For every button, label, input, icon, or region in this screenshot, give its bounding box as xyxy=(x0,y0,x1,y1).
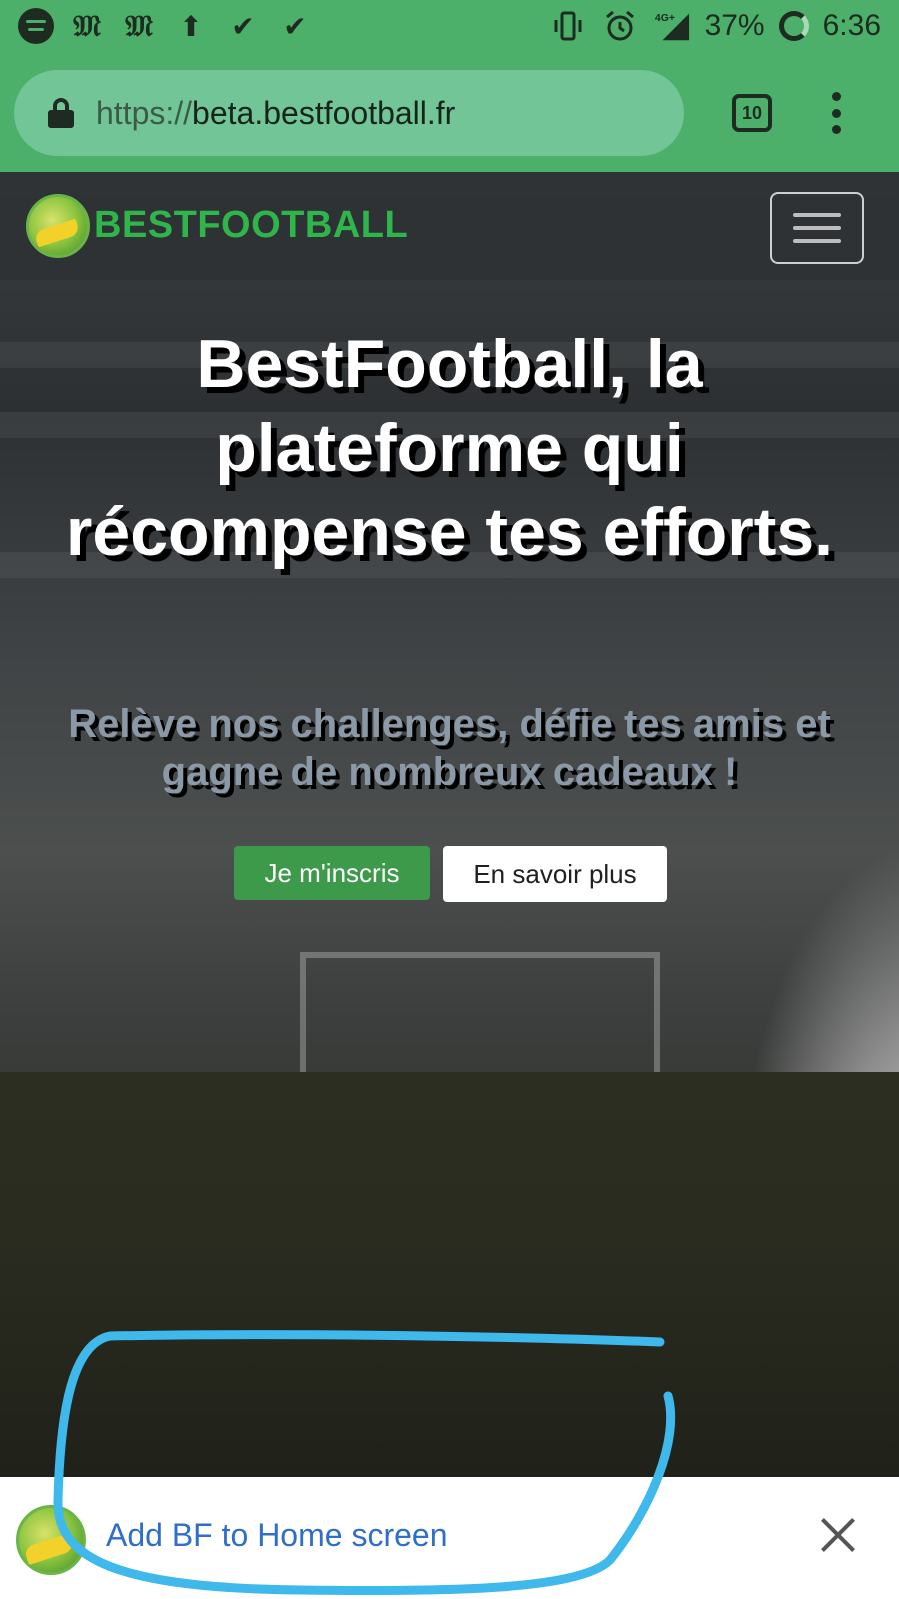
signup-button[interactable]: Je m'inscris xyxy=(234,846,430,900)
lock-icon[interactable] xyxy=(48,98,74,128)
tab-switcher-button[interactable]: 10 xyxy=(732,94,772,132)
url-text[interactable]: https://beta.bestfootball.fr xyxy=(96,95,455,132)
bf-app-icon xyxy=(16,1505,86,1575)
le-monde-icon: 𝔐 xyxy=(73,8,101,44)
upload-icon: ⬆ xyxy=(179,9,203,43)
overflow-menu-icon[interactable] xyxy=(830,92,842,134)
url-scheme: https:// xyxy=(96,94,193,131)
network-type-label: 4G+ xyxy=(654,13,674,24)
battery-percent: 37% xyxy=(704,9,765,42)
clock: 6:36 xyxy=(822,9,881,42)
site-navbar: BESTFOOTBALL xyxy=(0,172,899,280)
hero-section: BESTFOOTBALL BestFootball, la plateforme… xyxy=(0,172,899,1477)
vibrate-icon xyxy=(549,7,587,45)
le-monde-icon: 𝔐 xyxy=(125,8,153,44)
url-host: beta.bestfootball.fr xyxy=(192,94,456,131)
alarm-icon xyxy=(601,7,639,45)
notification-icons: 𝔐 𝔐 ⬆ ✔ ✔ xyxy=(18,7,314,45)
status-bar: 𝔐 𝔐 ⬆ ✔ ✔ 4G+ 37% 6:36 xyxy=(0,0,899,52)
browser-toolbar: https://beta.bestfootball.fr 10 xyxy=(0,52,899,172)
goal-frame xyxy=(300,952,660,1072)
pitch-background xyxy=(0,1072,899,1477)
download-done-icon: ✔ xyxy=(231,9,255,43)
hero-headline: BestFootball, la plateforme qui récompen… xyxy=(65,326,834,570)
download-done-icon: ✔ xyxy=(283,9,307,43)
hamburger-menu-button[interactable] xyxy=(770,192,864,264)
battery-icon xyxy=(778,11,809,41)
signal-icon: 4G+ xyxy=(653,7,691,45)
learn-more-button[interactable]: En savoir plus xyxy=(443,846,667,902)
add-to-home-banner: Add BF to Home screen xyxy=(0,1477,899,1599)
bestfootball-logo-icon[interactable] xyxy=(26,194,90,258)
brand-name[interactable]: BESTFOOTBALL xyxy=(94,204,408,247)
close-icon[interactable] xyxy=(818,1515,858,1555)
spotify-icon xyxy=(18,8,54,44)
hero-subheadline: Relève nos challenges, défie tes amis et… xyxy=(68,702,831,794)
add-to-home-link[interactable]: Add BF to Home screen xyxy=(106,1517,447,1554)
address-bar[interactable]: https://beta.bestfootball.fr xyxy=(14,70,684,156)
system-indicators: 4G+ 37% 6:36 xyxy=(549,7,881,45)
